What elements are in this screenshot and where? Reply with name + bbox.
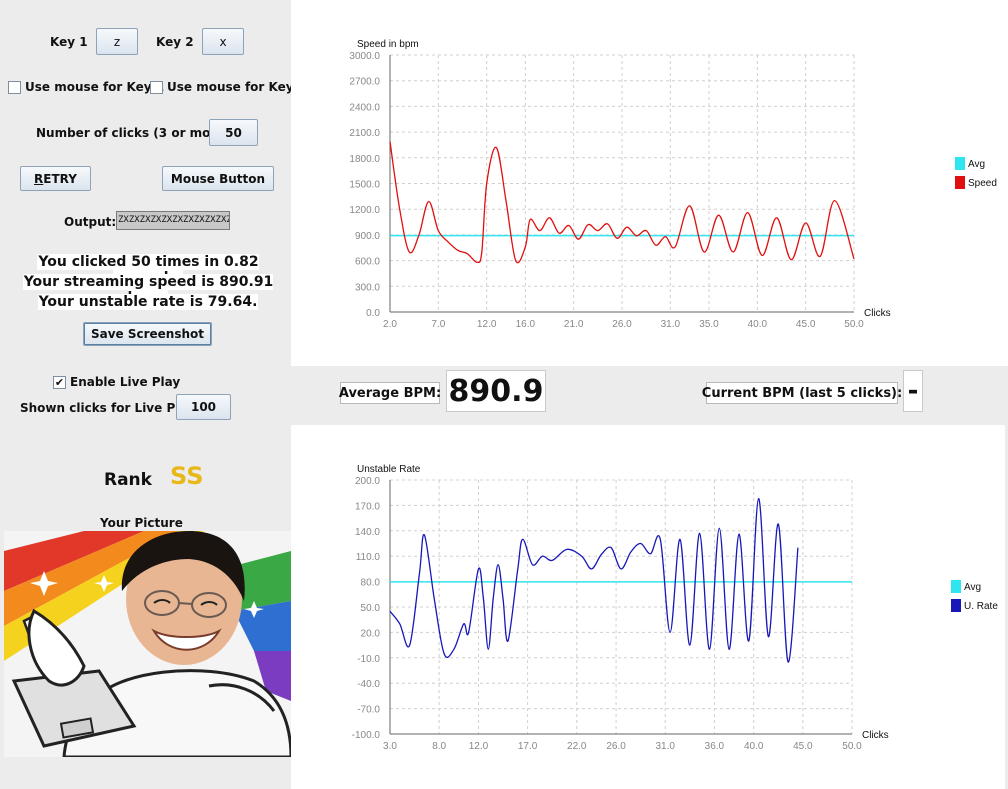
y-tick-label: 170.0 [355,501,380,512]
y-axis-label: Unstable Rate [357,464,421,475]
y-tick-label: 140.0 [355,527,380,538]
checkbox-box[interactable] [150,80,163,94]
y-tick-label: 2700.0 [349,77,380,88]
x-tick-label: 35.0 [699,319,719,330]
shown-clicks-field[interactable]: 100 [176,394,231,420]
x-tick-label: 12.0 [477,319,497,330]
retry-label: ETRY [43,171,77,186]
output-label: Output: [64,215,117,229]
x-tick-label: 12.0 [469,741,489,752]
x-tick-label: 7.0 [431,319,445,330]
retry-mnemonic: R [34,171,44,186]
speed-chart-panel: 0.0 300.0 600.0 900.0 1200.0 1500.0 1800.0 2100… [291,0,1008,366]
num-clicks-field[interactable]: 50 [209,119,258,146]
y-tick-label: 1800.0 [349,154,380,165]
mouse-key2-label: Use mouse for Key 2 [167,80,307,94]
mouse-button[interactable]: Mouse Button [162,166,274,191]
x-tick-label: 50.0 [842,741,862,752]
y-tick-label: -100.0 [352,730,381,741]
x-tick-label: 2.0 [383,319,397,330]
legend-label: U. Rate [964,601,998,612]
y-tick-label: -40.0 [357,679,380,690]
avg-bpm-value: 890.9 [446,370,546,412]
key2-label: Key 2 [156,35,194,49]
key1-label: Key 1 [50,35,88,49]
x-tick-label: 40.0 [744,741,764,752]
y-tick-label: 600.0 [355,257,380,268]
legend-swatch [951,580,961,593]
x-tick-label: 16.0 [516,319,536,330]
x-tick-label: 31.0 [655,741,675,752]
key2-button[interactable]: x [202,28,244,55]
y-tick-label: 300.0 [355,282,380,293]
x-tick-label: 40.0 [748,319,768,330]
result-unstable-text: Your unstable rate is 79.64. [37,294,259,310]
y-axis-label: Speed in bpm [357,39,419,50]
legend-swatch [955,157,965,170]
x-tick-label: 45.0 [793,741,813,752]
legend-label: Speed [968,178,997,189]
retry-button[interactable]: R ETRY [20,166,91,191]
legend-swatch [955,176,965,189]
x-tick-label: 45.0 [796,319,816,330]
y-tick-label: -70.0 [357,705,380,716]
result-unstable: Your unstable rate is 79.64. [0,294,296,310]
rank-value: SS [170,462,204,490]
mouse-key2-checkbox[interactable]: Use mouse for Key 2 [150,80,306,94]
key1-button[interactable]: z [96,28,138,55]
y-tick-label: 0.0 [366,308,380,319]
current-bpm-value: - [903,370,923,412]
checkbox-box[interactable] [8,80,21,94]
unstable-rate-chart-panel: -100.0 -70.0 -40.0 -10.0 20.0 50.0 80.0 110.0 14… [291,425,1005,789]
x-tick-label: 8.0 [432,741,446,752]
rank-label: Rank [104,470,152,490]
y-tick-label: 200.0 [355,476,380,487]
y-tick-label: 2400.0 [349,102,380,113]
output-field[interactable]: ZXZXZXZXZXZXZXZXZXZXZX [116,211,230,230]
legend-swatch [951,599,961,612]
enable-live-play-checkbox[interactable]: ✔ Enable Live Play [53,375,180,389]
speed-chart: 0.0 300.0 600.0 900.0 1200.0 1500.0 1800.0 2100… [349,39,997,330]
x-tick-label: 36.0 [705,741,725,752]
user-picture-svg [4,531,291,757]
enable-live-play-label: Enable Live Play [70,375,181,389]
avg-bpm-label: Average BPM: [339,382,441,404]
y-tick-label: 50.0 [361,603,381,614]
y-tick-label: -10.0 [357,654,380,665]
y-tick-label: 2100.0 [349,128,380,139]
num-clicks-label: Number of clicks (3 or more): [36,126,235,140]
shown-clicks-label: Shown clicks for Live Play: [20,401,200,415]
x-tick-label: 31.0 [661,319,681,330]
x-tick-label: 17.0 [518,741,538,752]
y-tick-label: 1200.0 [349,205,380,216]
legend-label: Avg [964,582,981,593]
y-tick-label: 110.0 [356,552,381,563]
x-tick-label: 26.0 [606,741,626,752]
x-tick-label: 50.0 [844,319,864,330]
y-tick-label: 80.0 [361,578,381,589]
y-tick-label: 1500.0 [349,180,380,191]
legend-label: Avg [968,159,985,170]
unstable-rate-chart: -100.0 -70.0 -40.0 -10.0 20.0 50.0 80.0 110.0 14… [352,464,999,752]
user-picture [4,531,291,757]
mouse-key1-checkbox[interactable]: Use mouse for Key 1 [8,80,164,94]
x-tick-label: 26.0 [612,319,632,330]
x-axis-label: Clicks [862,730,889,741]
y-tick-label: 900.0 [355,231,380,242]
y-tick-label: 20.0 [361,628,381,639]
save-screenshot-button[interactable]: Save Screenshot [83,322,212,346]
mouse-key1-label: Use mouse for Key 1 [25,80,165,94]
y-tick-label: 3000.0 [349,51,380,62]
current-bpm-label: Current BPM (last 5 clicks): [702,382,902,404]
your-picture-label: Your Picture [100,516,183,530]
x-tick-label: 3.0 [383,741,397,752]
checkbox-box-checked[interactable]: ✔ [53,375,66,389]
x-tick-label: 22.0 [567,741,587,752]
data-series-line [389,497,799,663]
x-axis-label: Clicks [864,308,891,319]
x-tick-label: 21.0 [564,319,584,330]
